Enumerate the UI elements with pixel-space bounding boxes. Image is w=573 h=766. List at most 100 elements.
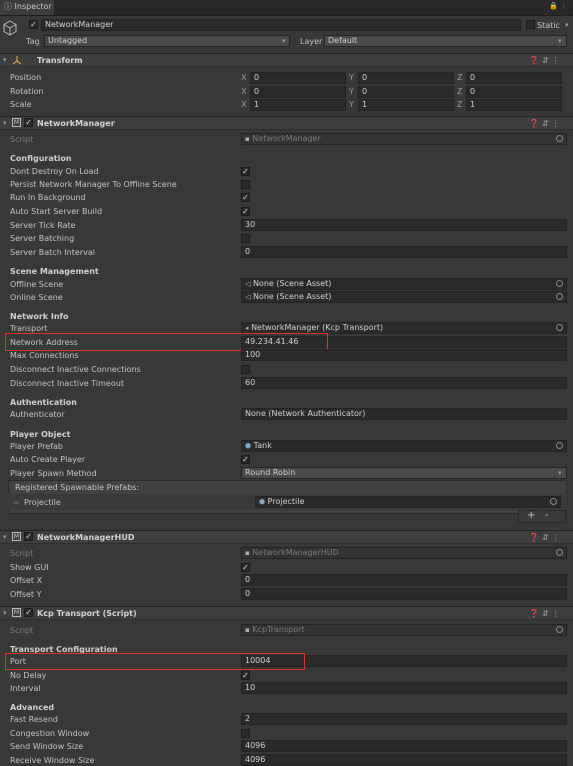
batch-interval-field[interactable]: 0: [241, 246, 567, 258]
component-header-icons[interactable]: ❓⇵⋮: [529, 609, 563, 618]
transform-rotation-label: Rotation: [10, 87, 44, 96]
networkmanagerhud-title: NetworkManagerHUD: [37, 533, 135, 542]
transform-scale-x-field[interactable]: 1: [250, 99, 346, 111]
networkmanager-enabled-checkbox[interactable]: ✓: [24, 118, 33, 127]
show-gui-checkbox[interactable]: ✓: [241, 563, 250, 572]
static-dropdown-icon[interactable]: ▾: [565, 21, 569, 29]
auto-create-checkbox[interactable]: ✓: [241, 455, 250, 464]
transform-scale-z-field[interactable]: 1: [466, 99, 562, 111]
object-picker-icon[interactable]: [556, 293, 563, 300]
transform-rotation-z-field[interactable]: 0: [466, 86, 562, 98]
transform-position-z-field[interactable]: 0: [466, 72, 562, 84]
interval-field[interactable]: 10: [241, 682, 567, 694]
axis-z-label[interactable]: Z: [457, 73, 462, 82]
object-picker-icon[interactable]: [556, 549, 563, 556]
spawn-method-label: Player Spawn Method: [10, 469, 97, 478]
script-label: Script: [10, 626, 34, 635]
transform-position-y-field[interactable]: 0: [358, 72, 454, 84]
drag-handle-icon[interactable]: =: [13, 498, 20, 507]
transform-header[interactable]: [0, 53, 573, 67]
foldout-arrow-icon[interactable]: ▾: [3, 119, 7, 127]
axis-x-label[interactable]: X: [241, 87, 246, 96]
transform-axis-icon: [12, 56, 22, 65]
tag-dropdown[interactable]: Untagged: [44, 35, 290, 47]
foldout-arrow-icon[interactable]: ▾: [3, 56, 7, 64]
list-item-field[interactable]: ⬢ Projectile: [255, 496, 561, 508]
batching-label: Server Batching: [10, 234, 75, 243]
disconnect-inactive-label: Disconnect Inactive Connections: [10, 365, 141, 374]
script-file-icon: ▪: [245, 626, 250, 634]
transform-rotation-x-field[interactable]: 0: [250, 86, 346, 98]
foldout-arrow-icon[interactable]: ▾: [3, 609, 7, 617]
axis-y-label[interactable]: Y: [349, 87, 354, 96]
auto-create-label: Auto Create Player: [10, 455, 86, 464]
active-checkbox[interactable]: ✓: [29, 20, 38, 29]
object-name-field[interactable]: NetworkManager: [41, 19, 521, 31]
object-picker-icon[interactable]: [556, 626, 563, 633]
script-field: ▪ KcpTransport: [241, 624, 567, 636]
foldout-arrow-icon[interactable]: ▾: [3, 533, 7, 541]
online-scene-field[interactable]: ◁ None (Scene Asset): [241, 291, 567, 303]
receive-window-field[interactable]: 4096: [241, 754, 567, 766]
axis-z-label[interactable]: Z: [457, 100, 462, 109]
axis-x-label[interactable]: X: [241, 73, 246, 82]
max-connections-field[interactable]: 100: [241, 349, 567, 361]
dont-destroy-checkbox[interactable]: ✓: [241, 167, 250, 176]
static-checkbox[interactable]: [526, 20, 535, 29]
batching-checkbox[interactable]: [241, 234, 250, 243]
tab-inspector[interactable]: ⓘ Inspector: [0, 0, 54, 15]
transform-title: Transform: [37, 56, 83, 65]
axis-x-label[interactable]: X: [241, 100, 246, 109]
hud-enabled-checkbox[interactable]: ✓: [24, 532, 33, 541]
prefab-icon: ⬢: [245, 442, 252, 450]
offset-y-field[interactable]: 0: [241, 588, 567, 600]
layer-dropdown-arrow-icon: ▾: [558, 37, 562, 45]
list-item-label: Projectile: [24, 498, 61, 507]
send-window-field[interactable]: 4096: [241, 740, 567, 752]
layer-label: Layer: [300, 37, 323, 46]
axis-y-label[interactable]: Y: [349, 100, 354, 109]
transform-scale-y-field[interactable]: 1: [358, 99, 454, 111]
offset-x-field[interactable]: 0: [241, 574, 567, 586]
object-picker-icon[interactable]: [550, 498, 557, 505]
congestion-window-checkbox[interactable]: [241, 729, 250, 738]
online-scene-label: Online Scene: [10, 293, 63, 302]
remove-item-button[interactable]: -: [545, 510, 549, 521]
section-player-object: Player Object: [10, 430, 71, 439]
spawn-method-dropdown[interactable]: Round Robin: [241, 467, 567, 479]
axis-y-label[interactable]: Y: [349, 73, 354, 82]
disconnect-inactive-checkbox[interactable]: [241, 365, 250, 374]
transform-rotation-y-field[interactable]: 0: [358, 86, 454, 98]
networkmanager-title: NetworkManager: [37, 119, 115, 128]
component-header-icons[interactable]: ❓⇵⋮: [529, 533, 563, 542]
object-picker-icon[interactable]: [556, 324, 563, 331]
script-label: Script: [10, 135, 34, 144]
offline-scene-field[interactable]: ◁ None (Scene Asset): [241, 278, 567, 290]
layer-dropdown[interactable]: Default: [324, 35, 567, 47]
persist-checkbox[interactable]: [241, 180, 250, 189]
axis-z-label[interactable]: Z: [457, 87, 462, 96]
send-window-label: Send Window Size: [10, 742, 84, 751]
component-header-icons[interactable]: ❓⇵⋮: [529, 119, 563, 128]
object-picker-icon[interactable]: [556, 442, 563, 449]
auto-start-checkbox[interactable]: ✓: [241, 207, 250, 216]
player-prefab-field[interactable]: ⬢ Tank: [241, 440, 567, 452]
tick-rate-field[interactable]: 30: [241, 219, 567, 231]
object-picker-icon[interactable]: [556, 135, 563, 142]
timeout-field[interactable]: 60: [241, 377, 567, 389]
auto-start-label: Auto Start Server Build: [10, 207, 103, 216]
authenticator-field[interactable]: None (Network Authenticator): [241, 408, 567, 420]
add-item-button[interactable]: +: [527, 510, 535, 521]
object-picker-icon[interactable]: [556, 280, 563, 287]
tab-menu-icons[interactable]: 🔒 ⋮: [549, 2, 567, 10]
no-delay-label: No Delay: [10, 671, 47, 680]
kcp-enabled-checkbox[interactable]: ✓: [24, 608, 33, 617]
fast-resend-field[interactable]: 2: [241, 713, 567, 725]
batch-interval-label: Server Batch Interval: [10, 248, 95, 257]
run-bg-checkbox[interactable]: ✓: [241, 193, 250, 202]
component-header-icons[interactable]: ❓⇵⋮: [529, 56, 563, 65]
script-icon: M: [12, 532, 21, 541]
no-delay-checkbox[interactable]: ✓: [241, 671, 250, 680]
script-field: ▪ NetworkManagerHUD: [241, 547, 567, 559]
transform-position-x-field[interactable]: 0: [250, 72, 346, 84]
